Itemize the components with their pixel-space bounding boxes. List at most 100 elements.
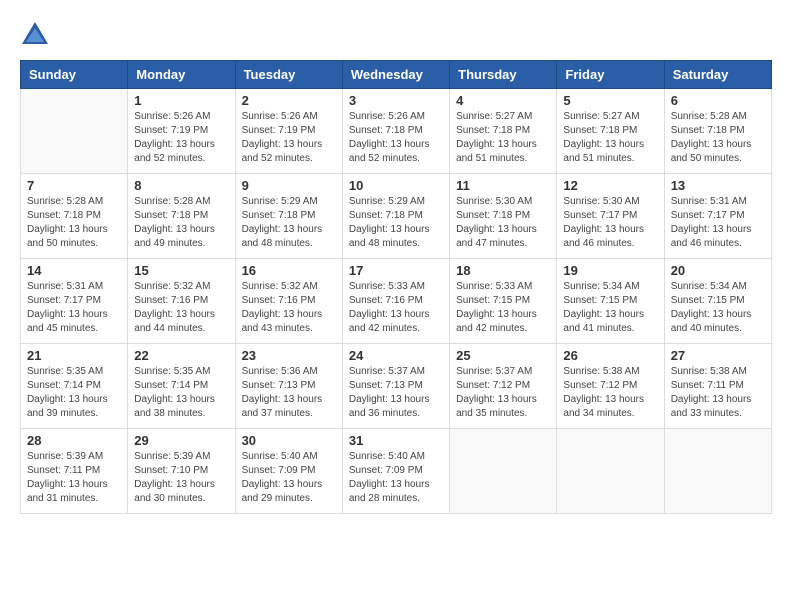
day-info: Sunrise: 5:33 AM Sunset: 7:16 PM Dayligh… xyxy=(349,280,443,336)
calendar-cell: 21 Sunrise: 5:35 AM Sunset: 7:14 PM Dayli… xyxy=(21,344,128,429)
day-info: Sunrise: 5:38 AM Sunset: 7:12 PM Dayligh… xyxy=(563,365,657,421)
day-info: Sunrise: 5:32 AM Sunset: 7:16 PM Dayligh… xyxy=(134,280,228,336)
day-info: Sunrise: 5:29 AM Sunset: 7:18 PM Dayligh… xyxy=(349,195,443,251)
calendar-cell: 29Sunrise: 5:39 AM Sunset: 7:10 PM Dayli… xyxy=(128,429,235,514)
day-info: Sunrise: 5:27 AM Sunset: 7:18 PM Dayligh… xyxy=(456,110,550,166)
day-number: 12 xyxy=(563,178,657,193)
day-info: Sunrise: 5:40 AM Sunset: 7:09 PM Dayligh… xyxy=(349,450,443,506)
week-row-3: 14 Sunrise: 5:31 AM Sunset: 7:17 PM Dayli… xyxy=(21,259,772,344)
calendar-col-wednesday: Wednesday xyxy=(342,61,449,89)
day-info: Sunrise: 5:34 AM Sunset: 7:15 PM Dayligh… xyxy=(671,280,765,336)
day-info: Sunrise: 5:35 AM Sunset: 7:14 PM Dayligh… xyxy=(134,365,228,421)
calendar-cell: 15 Sunrise: 5:32 AM Sunset: 7:16 PM Dayli… xyxy=(128,259,235,344)
calendar-cell xyxy=(450,429,557,514)
day-number: 13 xyxy=(671,178,765,193)
day-info: Sunrise: 5:31 AM Sunset: 7:17 PM Dayligh… xyxy=(27,280,121,336)
calendar-col-sunday: Sunday xyxy=(21,61,128,89)
day-number: 30 xyxy=(242,433,336,448)
calendar-cell: 27 Sunrise: 5:38 AM Sunset: 7:11 PM Dayli… xyxy=(664,344,771,429)
calendar-cell: 13 Sunrise: 5:31 AM Sunset: 7:17 PM Dayli… xyxy=(664,174,771,259)
calendar-cell: 30Sunrise: 5:40 AM Sunset: 7:09 PM Dayli… xyxy=(235,429,342,514)
calendar-cell: 19 Sunrise: 5:34 AM Sunset: 7:15 PM Dayli… xyxy=(557,259,664,344)
calendar-cell: 6 Sunrise: 5:28 AM Sunset: 7:18 PM Daylig… xyxy=(664,89,771,174)
day-number: 28 xyxy=(27,433,121,448)
calendar-cell: 1 Sunrise: 5:26 AM Sunset: 7:19 PM Daylig… xyxy=(128,89,235,174)
day-number: 26 xyxy=(563,348,657,363)
calendar-cell xyxy=(557,429,664,514)
day-number: 21 xyxy=(27,348,121,363)
calendar-cell: 18 Sunrise: 5:33 AM Sunset: 7:15 PM Dayli… xyxy=(450,259,557,344)
calendar-col-tuesday: Tuesday xyxy=(235,61,342,89)
day-number: 4 xyxy=(456,93,550,108)
day-info: Sunrise: 5:32 AM Sunset: 7:16 PM Dayligh… xyxy=(242,280,336,336)
day-number: 27 xyxy=(671,348,765,363)
calendar-col-saturday: Saturday xyxy=(664,61,771,89)
day-number: 29 xyxy=(134,433,228,448)
calendar-cell: 7 Sunrise: 5:28 AM Sunset: 7:18 PM Daylig… xyxy=(21,174,128,259)
day-number: 3 xyxy=(349,93,443,108)
calendar-cell: 14 Sunrise: 5:31 AM Sunset: 7:17 PM Dayli… xyxy=(21,259,128,344)
day-number: 24 xyxy=(349,348,443,363)
day-info: Sunrise: 5:35 AM Sunset: 7:14 PM Dayligh… xyxy=(27,365,121,421)
day-info: Sunrise: 5:30 AM Sunset: 7:17 PM Dayligh… xyxy=(563,195,657,251)
day-info: Sunrise: 5:29 AM Sunset: 7:18 PM Dayligh… xyxy=(242,195,336,251)
page-header xyxy=(20,20,772,50)
day-number: 7 xyxy=(27,178,121,193)
logo xyxy=(20,20,54,50)
day-number: 15 xyxy=(134,263,228,278)
calendar-cell: 5Sunrise: 5:27 AM Sunset: 7:18 PM Daylig… xyxy=(557,89,664,174)
day-number: 20 xyxy=(671,263,765,278)
day-info: Sunrise: 5:33 AM Sunset: 7:15 PM Dayligh… xyxy=(456,280,550,336)
calendar-cell: 25 Sunrise: 5:37 AM Sunset: 7:12 PM Dayli… xyxy=(450,344,557,429)
calendar-cell: 20 Sunrise: 5:34 AM Sunset: 7:15 PM Dayli… xyxy=(664,259,771,344)
day-number: 25 xyxy=(456,348,550,363)
day-number: 11 xyxy=(456,178,550,193)
day-info: Sunrise: 5:31 AM Sunset: 7:17 PM Dayligh… xyxy=(671,195,765,251)
calendar-col-friday: Friday xyxy=(557,61,664,89)
day-number: 18 xyxy=(456,263,550,278)
day-info: Sunrise: 5:36 AM Sunset: 7:13 PM Dayligh… xyxy=(242,365,336,421)
calendar-cell: 28 Sunrise: 5:39 AM Sunset: 7:11 PM Dayli… xyxy=(21,429,128,514)
calendar-cell: 26 Sunrise: 5:38 AM Sunset: 7:12 PM Dayli… xyxy=(557,344,664,429)
calendar-col-monday: Monday xyxy=(128,61,235,89)
calendar-cell: 3Sunrise: 5:26 AM Sunset: 7:18 PM Daylig… xyxy=(342,89,449,174)
day-info: Sunrise: 5:34 AM Sunset: 7:15 PM Dayligh… xyxy=(563,280,657,336)
calendar-cell: 24 Sunrise: 5:37 AM Sunset: 7:13 PM Dayli… xyxy=(342,344,449,429)
day-number: 14 xyxy=(27,263,121,278)
calendar-col-thursday: Thursday xyxy=(450,61,557,89)
day-info: Sunrise: 5:30 AM Sunset: 7:18 PM Dayligh… xyxy=(456,195,550,251)
day-info: Sunrise: 5:28 AM Sunset: 7:18 PM Dayligh… xyxy=(27,195,121,251)
calendar-cell xyxy=(664,429,771,514)
day-number: 6 xyxy=(671,93,765,108)
day-number: 5 xyxy=(563,93,657,108)
calendar-header: SundayMondayTuesdayWednesdayThursdayFrid… xyxy=(21,61,772,89)
calendar-cell: 22 Sunrise: 5:35 AM Sunset: 7:14 PM Dayli… xyxy=(128,344,235,429)
calendar-cell xyxy=(21,89,128,174)
day-number: 22 xyxy=(134,348,228,363)
day-info: Sunrise: 5:39 AM Sunset: 7:11 PM Dayligh… xyxy=(27,450,121,506)
logo-icon xyxy=(20,20,50,50)
calendar-cell: 4 Sunrise: 5:27 AM Sunset: 7:18 PM Daylig… xyxy=(450,89,557,174)
week-row-2: 7 Sunrise: 5:28 AM Sunset: 7:18 PM Daylig… xyxy=(21,174,772,259)
calendar-body: 1 Sunrise: 5:26 AM Sunset: 7:19 PM Daylig… xyxy=(21,89,772,514)
calendar-cell: 16 Sunrise: 5:32 AM Sunset: 7:16 PM Dayli… xyxy=(235,259,342,344)
day-info: Sunrise: 5:38 AM Sunset: 7:11 PM Dayligh… xyxy=(671,365,765,421)
day-number: 10 xyxy=(349,178,443,193)
calendar-cell: 11 Sunrise: 5:30 AM Sunset: 7:18 PM Dayli… xyxy=(450,174,557,259)
day-number: 19 xyxy=(563,263,657,278)
day-number: 8 xyxy=(134,178,228,193)
day-number: 1 xyxy=(134,93,228,108)
day-info: Sunrise: 5:37 AM Sunset: 7:12 PM Dayligh… xyxy=(456,365,550,421)
calendar-cell: 17Sunrise: 5:33 AM Sunset: 7:16 PM Dayli… xyxy=(342,259,449,344)
day-info: Sunrise: 5:28 AM Sunset: 7:18 PM Dayligh… xyxy=(671,110,765,166)
week-row-4: 21 Sunrise: 5:35 AM Sunset: 7:14 PM Dayli… xyxy=(21,344,772,429)
day-info: Sunrise: 5:37 AM Sunset: 7:13 PM Dayligh… xyxy=(349,365,443,421)
calendar-cell: 2Sunrise: 5:26 AM Sunset: 7:19 PM Daylig… xyxy=(235,89,342,174)
week-row-1: 1 Sunrise: 5:26 AM Sunset: 7:19 PM Daylig… xyxy=(21,89,772,174)
day-number: 16 xyxy=(242,263,336,278)
day-info: Sunrise: 5:28 AM Sunset: 7:18 PM Dayligh… xyxy=(134,195,228,251)
day-info: Sunrise: 5:26 AM Sunset: 7:19 PM Dayligh… xyxy=(134,110,228,166)
day-number: 9 xyxy=(242,178,336,193)
day-info: Sunrise: 5:26 AM Sunset: 7:19 PM Dayligh… xyxy=(242,110,336,166)
calendar-cell: 31Sunrise: 5:40 AM Sunset: 7:09 PM Dayli… xyxy=(342,429,449,514)
